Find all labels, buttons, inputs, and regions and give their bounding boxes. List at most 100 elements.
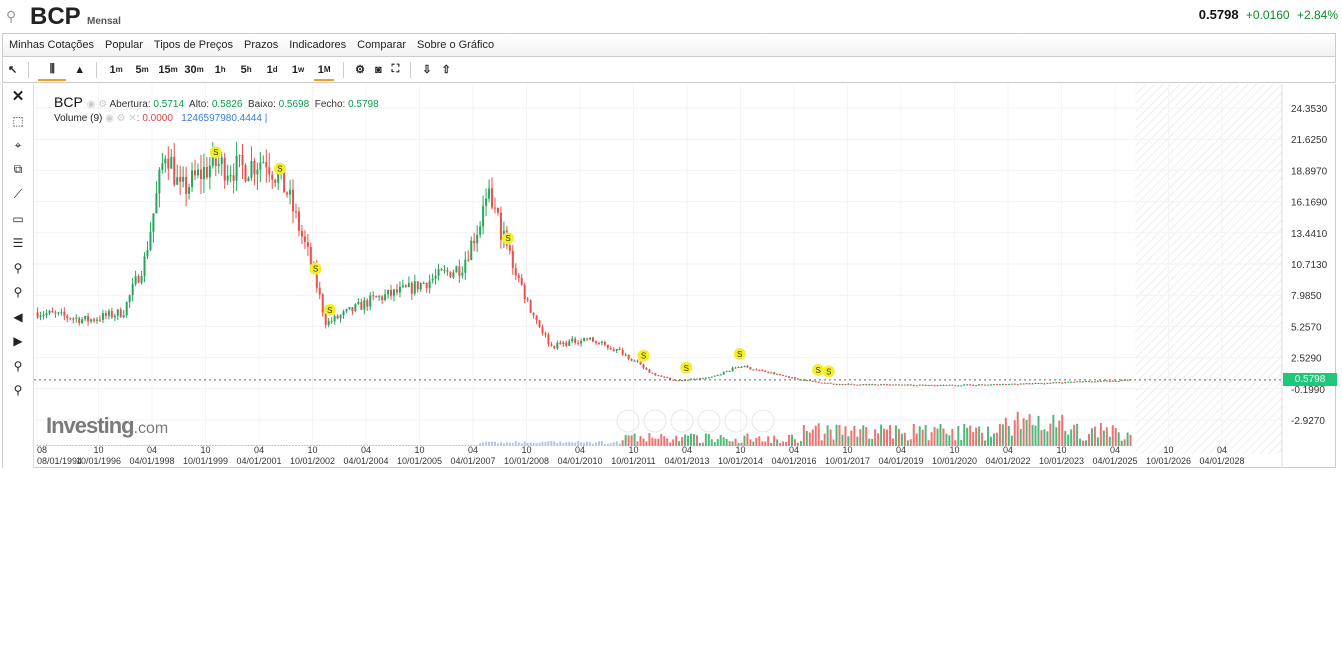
candlestick-chart-icon[interactable]: ⫼ (35, 58, 69, 82)
crosshair-icon[interactable]: ⌖ (3, 133, 33, 158)
zoom-tool-icon[interactable]: ⚲ (3, 354, 33, 379)
interval-1M[interactable]: 1M (311, 58, 337, 82)
menu-my-quotes[interactable]: Minhas Cotações (9, 39, 94, 51)
download-icon[interactable]: ⇩ (417, 58, 436, 82)
candle (470, 240, 473, 260)
zoom-out-nav-button[interactable] (670, 409, 694, 433)
clone-icon[interactable]: ⧉ (3, 158, 33, 183)
volume-bar (69, 445, 72, 446)
volume-bar (606, 443, 609, 446)
interval-5h[interactable]: 5h (233, 58, 259, 82)
volume-bar (957, 425, 960, 446)
interval-30m[interactable]: 30 m (181, 58, 207, 82)
volume-bar (749, 439, 752, 446)
close-icon[interactable]: ✕ (3, 84, 33, 109)
candle (841, 384, 844, 386)
candle (597, 342, 600, 344)
volume-bar (149, 445, 152, 446)
volume-bar (734, 438, 737, 446)
interval-5m[interactable]: 5m (129, 58, 155, 82)
interval-15m[interactable]: 15 m (155, 58, 181, 82)
volume-bar (517, 442, 520, 446)
scroll-right-nav-button[interactable] (751, 409, 775, 433)
trendline-icon[interactable]: ⟋ (3, 182, 33, 207)
candle (256, 169, 259, 175)
cursor-icon[interactable]: ↖ (3, 58, 22, 82)
search-icon[interactable]: ⚲ (6, 8, 16, 25)
interval-1d[interactable]: 1d (259, 58, 285, 82)
menu-periods[interactable]: Prazos (244, 39, 278, 51)
candle (300, 230, 303, 237)
candle (829, 382, 832, 384)
volume-bar (600, 441, 603, 446)
volume-bar (191, 445, 194, 446)
candle (407, 282, 410, 288)
camera-icon[interactable]: ◙ (370, 58, 387, 82)
volume-bar (54, 445, 57, 446)
candle (485, 198, 488, 206)
select-icon[interactable]: ⬚ (3, 109, 33, 134)
eye-icon[interactable]: ◉ ⚙ ✕ (105, 113, 137, 124)
menu-price-types[interactable]: Tipos de Preços (154, 39, 233, 51)
candle (1049, 382, 1052, 384)
x-tick-date: 04/01/2013 (664, 456, 709, 466)
candle (788, 376, 791, 378)
volume-bar (648, 433, 651, 446)
candle (339, 315, 342, 319)
candle (574, 338, 577, 343)
candle (247, 177, 250, 182)
price-chart[interactable]: 24.3530 21.6250 18.8970 16.1690 13.4410 10.71… (34, 84, 1336, 468)
zoom-in-nav-button[interactable] (643, 409, 667, 433)
chart-area[interactable]: 24.3530 21.6250 18.8970 16.1690 13.4410 10.71… (34, 84, 1336, 468)
fibonacci-icon[interactable]: ☰ (3, 231, 33, 256)
candle (72, 318, 75, 320)
menu-popular[interactable]: Popular (105, 39, 143, 51)
volume-bar (672, 439, 675, 446)
candle (782, 375, 785, 377)
scroll-left-nav-button[interactable] (616, 409, 640, 433)
volume-bar (1117, 432, 1120, 446)
volume-bar (381, 445, 384, 446)
interval-1w[interactable]: 1w (285, 58, 311, 82)
zoom-in-icon[interactable]: ⚲ (3, 256, 33, 281)
volume-bar (918, 426, 921, 446)
reset-icon[interactable]: ⚲ (3, 378, 33, 403)
area-chart-icon[interactable]: ▲ (69, 58, 90, 82)
candle (496, 207, 499, 213)
zoom-tool-nav-button[interactable] (697, 409, 721, 433)
candle (107, 311, 110, 316)
volume-bar (544, 441, 547, 446)
scroll-left-icon[interactable]: ◀ (3, 305, 33, 330)
interval-1h[interactable]: 1h (207, 58, 233, 82)
low-label: Baixo: (247, 99, 276, 110)
candle (306, 241, 309, 247)
candle (238, 155, 241, 157)
eye-icon[interactable]: ◉ ⚙ (87, 99, 107, 110)
scroll-right-icon[interactable]: ▶ (3, 329, 33, 354)
interval-1m[interactable]: 1m (103, 58, 129, 82)
menu-compare[interactable]: Comparar (357, 39, 406, 51)
zoom-out-icon[interactable]: ⚲ (3, 280, 33, 305)
volume-bar (202, 445, 205, 446)
fullscreen-icon[interactable]: ⛶ (387, 58, 405, 82)
volume-bar (107, 445, 110, 446)
candle (229, 175, 232, 177)
menu-indicators[interactable]: Indicadores (289, 39, 346, 51)
x-tick-label: 04 (147, 445, 157, 455)
volume-bar (984, 440, 987, 446)
reset-nav-button[interactable] (724, 409, 748, 433)
gear-icon[interactable]: ⚙ (350, 58, 370, 82)
candle (615, 348, 618, 351)
rectangle-icon[interactable]: ▭ (3, 207, 33, 232)
volume-bar (841, 434, 844, 446)
volume-bar (891, 438, 894, 446)
volume-bar (906, 440, 909, 446)
upload-icon[interactable]: ⇧ (437, 58, 456, 82)
candle (779, 373, 782, 376)
volume-bar (989, 436, 992, 446)
volume-bar (669, 442, 672, 446)
menu-about-chart[interactable]: Sobre o Gráfico (417, 39, 494, 51)
candle (933, 385, 936, 387)
x-tick-label: 10 (521, 445, 531, 455)
candle (1019, 383, 1022, 385)
